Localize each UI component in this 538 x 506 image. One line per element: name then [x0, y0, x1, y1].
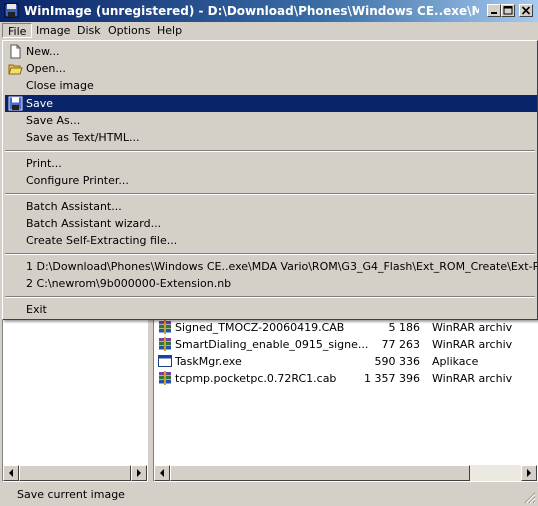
scroll-thumb[interactable]	[170, 465, 470, 481]
menu-options[interactable]: Options	[103, 23, 155, 38]
arrow-left-icon	[9, 469, 13, 477]
file-name: TaskMgr.exe	[175, 355, 242, 368]
menu-separator	[5, 150, 535, 152]
arrow-right-icon	[137, 469, 141, 477]
menu-item-exit[interactable]: Exit	[5, 301, 537, 318]
file-size: 1 357 396	[364, 372, 420, 385]
file-type: WinRAR archiv	[432, 372, 513, 385]
arrow-right-icon	[527, 469, 531, 477]
menu-item-open[interactable]: Open...	[5, 60, 537, 77]
menu-separator	[5, 253, 535, 255]
menu-item-save[interactable]: Save	[5, 95, 537, 112]
scroll-right-button[interactable]	[131, 465, 147, 481]
scroll-right-button[interactable]	[521, 465, 537, 481]
winimage-app-icon[interactable]	[4, 3, 19, 18]
application-icon	[158, 355, 172, 367]
tree-horizontal-scrollbar[interactable]	[3, 465, 147, 481]
open-folder-icon	[8, 64, 23, 75]
file-size: 77 263	[381, 338, 421, 351]
menu-help[interactable]: Help	[152, 23, 187, 38]
menu-disk[interactable]: Disk	[72, 23, 106, 38]
file-row[interactable]: TaskMgr.exe 590 336 Aplikace	[156, 353, 536, 370]
menu-item-save-as[interactable]: Save As...	[5, 112, 537, 129]
status-bar: Save current image	[0, 484, 538, 506]
window-title: WinImage (unregistered) - D:\Download\Ph…	[24, 4, 479, 18]
file-row[interactable]: tcpmp.pocketpc.0.72RC1.cab 1 357 396 Win…	[156, 370, 536, 387]
menu-file[interactable]: File	[2, 23, 33, 38]
menu-separator	[5, 193, 535, 195]
title-bar[interactable]: WinImage (unregistered) - D:\Download\Ph…	[0, 0, 538, 22]
list-horizontal-scrollbar[interactable]	[154, 465, 537, 481]
menu-separator	[5, 296, 535, 298]
menu-item-recent-1[interactable]: 1 D:\Download\Phones\Windows CE..exe\MDA…	[5, 258, 537, 275]
menu-item-new[interactable]: New...	[5, 43, 537, 60]
file-size: 5 186	[388, 321, 421, 334]
menu-item-batch-wizard[interactable]: Batch Assistant wizard...	[5, 215, 537, 232]
scroll-left-button[interactable]	[154, 465, 170, 481]
file-size: 590 336	[374, 355, 421, 368]
menu-item-close-image[interactable]: Close image	[5, 77, 537, 94]
menu-item-save-as-text[interactable]: Save as Text/HTML...	[5, 129, 537, 146]
menu-item-recent-2[interactable]: 2 C:\newrom\9b000000-Extension.nb	[5, 275, 537, 292]
winrar-archive-icon	[159, 337, 171, 351]
scroll-thumb[interactable]	[19, 465, 131, 481]
floppy-disk-icon	[8, 96, 23, 111]
file-type: Aplikace	[432, 355, 479, 368]
menu-item-batch-assistant[interactable]: Batch Assistant...	[5, 198, 537, 215]
menu-item-print[interactable]: Print...	[5, 155, 537, 172]
status-text: Save current image	[17, 488, 125, 501]
arrow-left-icon	[160, 469, 164, 477]
file-row[interactable]: Signed_TMOCZ-20060419.CAB 5 186 WinRAR a…	[156, 319, 536, 336]
file-type: WinRAR archiv	[432, 338, 513, 351]
close-button[interactable]	[519, 4, 533, 17]
winrar-archive-icon	[159, 320, 171, 334]
file-type: WinRAR archiv	[432, 321, 513, 334]
maximize-button[interactable]	[501, 4, 515, 17]
menu-item-self-extracting[interactable]: Create Self-Extracting file...	[5, 232, 537, 249]
new-file-icon	[10, 44, 21, 59]
menu-image[interactable]: Image	[31, 23, 75, 38]
menu-item-configure-printer[interactable]: Configure Printer...	[5, 172, 537, 189]
file-name: Signed_TMOCZ-20060419.CAB	[175, 321, 345, 334]
file-row[interactable]: SmartDialing_enable_0915_signe... 77 263…	[156, 336, 536, 353]
menu-bar: File Image Disk Options Help	[0, 22, 538, 40]
minimize-button[interactable]	[487, 4, 501, 17]
winrar-archive-icon	[159, 371, 171, 385]
scroll-left-button[interactable]	[3, 465, 19, 481]
file-menu-dropdown: New... Open... Close image Save Save As.…	[2, 40, 538, 320]
resize-grip-icon[interactable]	[524, 492, 536, 504]
file-name: tcpmp.pocketpc.0.72RC1.cab	[175, 372, 337, 385]
file-name: SmartDialing_enable_0915_signe...	[175, 338, 369, 351]
